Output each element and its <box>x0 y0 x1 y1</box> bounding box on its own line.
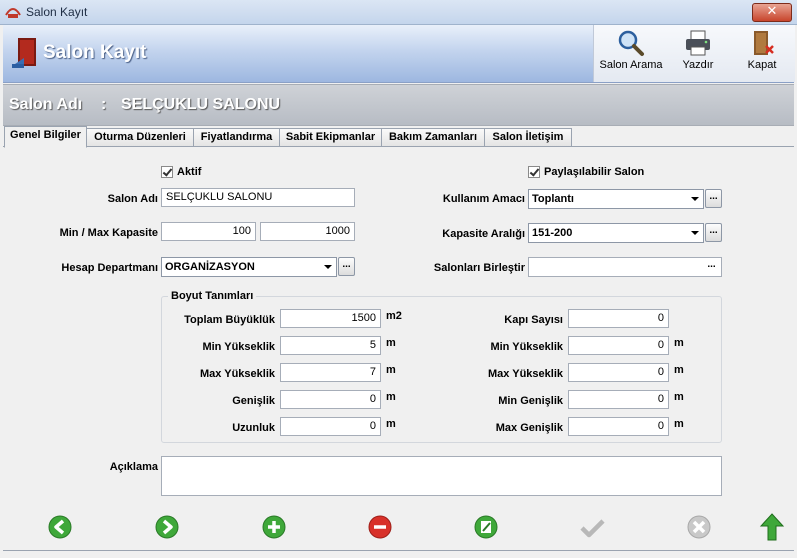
right-dim-unit-3: m <box>674 391 684 403</box>
left-dim-unit-2: m <box>386 364 396 376</box>
add-record-button[interactable] <box>261 514 287 540</box>
left-dim-label-4: Uzunluk <box>232 422 275 434</box>
edit-record-button[interactable] <box>473 514 499 540</box>
length-input[interactable]: 0 <box>280 417 381 436</box>
salon-search-label: Salon Arama <box>599 59 663 71</box>
bottom-divider <box>3 550 794 551</box>
salon-search-button[interactable]: Salon Arama <box>598 25 664 82</box>
usage-label: Kullanım Amacı <box>442 193 525 205</box>
left-dim-unit-3: m <box>386 391 396 403</box>
salon-name-input[interactable]: SELÇUKLU SALONU <box>161 188 355 207</box>
min-capacity-input[interactable]: 100 <box>161 222 256 241</box>
left-dim-label-2: Max Yükseklik <box>199 368 275 380</box>
max-capacity-input[interactable]: 1000 <box>260 222 355 241</box>
next-record-button[interactable] <box>154 514 180 540</box>
shareable-label: Paylaşılabilir Salon <box>544 166 645 178</box>
department-select[interactable]: ORGANİZASYON <box>161 257 337 277</box>
door-count-input[interactable]: 0 <box>568 309 669 328</box>
active-checkbox[interactable] <box>161 166 173 178</box>
banner-value: SELÇUKLU SALONU <box>121 96 281 113</box>
tab-strip: Genel Bilgiler Oturma Düzenleri Fiyatlan… <box>3 126 794 148</box>
left-dim-label-1: Min Yükseklik <box>202 341 275 353</box>
min-width-input[interactable]: 0 <box>568 390 669 409</box>
capacity-label: Min / Max Kapasite <box>59 227 158 239</box>
header-title: Salon Kayıt <box>43 42 147 63</box>
right-dim-label-2: Max Yükseklik <box>487 368 563 380</box>
banner-label: Salon Adı <box>9 96 83 113</box>
close-form-label: Kapat <box>747 59 777 71</box>
merge-salons-lookup-button[interactable]: ... <box>703 258 720 275</box>
capacity-range-lookup-button[interactable]: ... <box>705 223 722 242</box>
shareable-checkbox[interactable] <box>528 166 540 178</box>
chevron-down-icon <box>691 231 699 235</box>
salon-name-banner: Salon Adı : SELÇUKLU SALONU <box>3 84 794 126</box>
exit-door-icon <box>754 31 774 55</box>
chevron-down-icon <box>324 265 332 269</box>
description-label: Açıklama <box>109 461 158 473</box>
window-title: Salon Kayıt <box>26 5 88 19</box>
right-dim-unit-4: m <box>674 418 684 430</box>
tab-salon-contact[interactable]: Salon İletişim <box>484 128 572 146</box>
right-min-height-input[interactable]: 0 <box>568 336 669 355</box>
left-dim-unit-0: m2 <box>386 310 402 322</box>
print-label: Yazdır <box>682 59 714 71</box>
left-dim-label-3: Genişlik <box>232 395 275 407</box>
total-size-input[interactable]: 1500 <box>280 309 381 328</box>
left-dim-unit-1: m <box>386 337 396 349</box>
tab-fixed-equipment[interactable]: Sabit Ekipmanlar <box>279 128 382 146</box>
up-arrow-icon[interactable] <box>759 512 785 542</box>
capacity-range-label: Kapasite Aralığı <box>442 228 525 240</box>
merge-salons-label: Salonları Birleştir <box>433 262 525 274</box>
print-button[interactable]: Yazdır <box>670 25 726 82</box>
tab-seating-layouts[interactable]: Oturma Düzenleri <box>86 128 194 146</box>
right-dim-label-0: Kapı Sayısı <box>504 314 563 326</box>
banner-separator: : <box>101 96 107 113</box>
chevron-down-icon <box>691 197 699 201</box>
right-dim-unit-1: m <box>674 337 684 349</box>
right-dim-unit-2: m <box>674 364 684 376</box>
app-icon <box>5 8 21 18</box>
max-height-input[interactable]: 7 <box>280 363 381 382</box>
max-width-input[interactable]: 0 <box>568 417 669 436</box>
merge-salons-input[interactable] <box>528 257 722 277</box>
usage-select[interactable]: Toplantı <box>528 189 704 209</box>
close-form-button[interactable]: Kapat <box>734 25 790 82</box>
right-dim-label-3: Min Genişlik <box>498 395 563 407</box>
width-input[interactable]: 0 <box>280 390 381 409</box>
right-dim-label-4: Max Genişlik <box>495 422 563 434</box>
description-textarea[interactable] <box>161 456 722 496</box>
usage-lookup-button[interactable]: ... <box>705 189 722 208</box>
right-dim-label-1: Min Yükseklik <box>490 341 563 353</box>
toolbar: Salon Arama Yazdır Kapat <box>593 25 795 82</box>
tab-maintenance-times[interactable]: Bakım Zamanları <box>381 128 485 146</box>
left-dim-unit-4: m <box>386 418 396 430</box>
save-checkmark-icon[interactable] <box>579 514 605 540</box>
department-value: ORGANİZASYON <box>165 261 255 273</box>
form-header: Salon Kayıt Salon Arama Yazdır Kapat <box>3 25 795 83</box>
previous-record-button[interactable] <box>47 514 73 540</box>
window-close-button[interactable]: ✕ <box>752 3 792 22</box>
usage-value: Toplantı <box>532 193 574 205</box>
min-height-input[interactable]: 5 <box>280 336 381 355</box>
capacity-range-select[interactable]: 151-200 <box>528 223 704 243</box>
capacity-range-value: 151-200 <box>532 227 573 239</box>
door-logo-icon <box>12 38 36 68</box>
department-label: Hesap Departmanı <box>61 262 158 274</box>
active-label: Aktif <box>177 166 202 178</box>
right-max-height-input[interactable]: 0 <box>568 363 669 382</box>
printer-icon <box>686 30 710 56</box>
window-titlebar: Salon Kayıt ✕ <box>0 0 797 25</box>
cancel-edit-icon[interactable] <box>686 514 712 540</box>
dimensions-title: Boyut Tanımları <box>168 290 257 302</box>
record-navigation-bar <box>3 508 794 548</box>
tab-pricing[interactable]: Fiyatlandırma <box>193 128 280 146</box>
left-dim-label-0: Toplam Büyüklük <box>184 314 275 326</box>
salon-name-label: Salon Adı <box>107 193 158 205</box>
magnifier-icon <box>618 30 644 56</box>
delete-record-button[interactable] <box>367 514 393 540</box>
department-lookup-button[interactable]: ... <box>338 257 355 276</box>
tab-general-info[interactable]: Genel Bilgiler <box>4 126 87 148</box>
